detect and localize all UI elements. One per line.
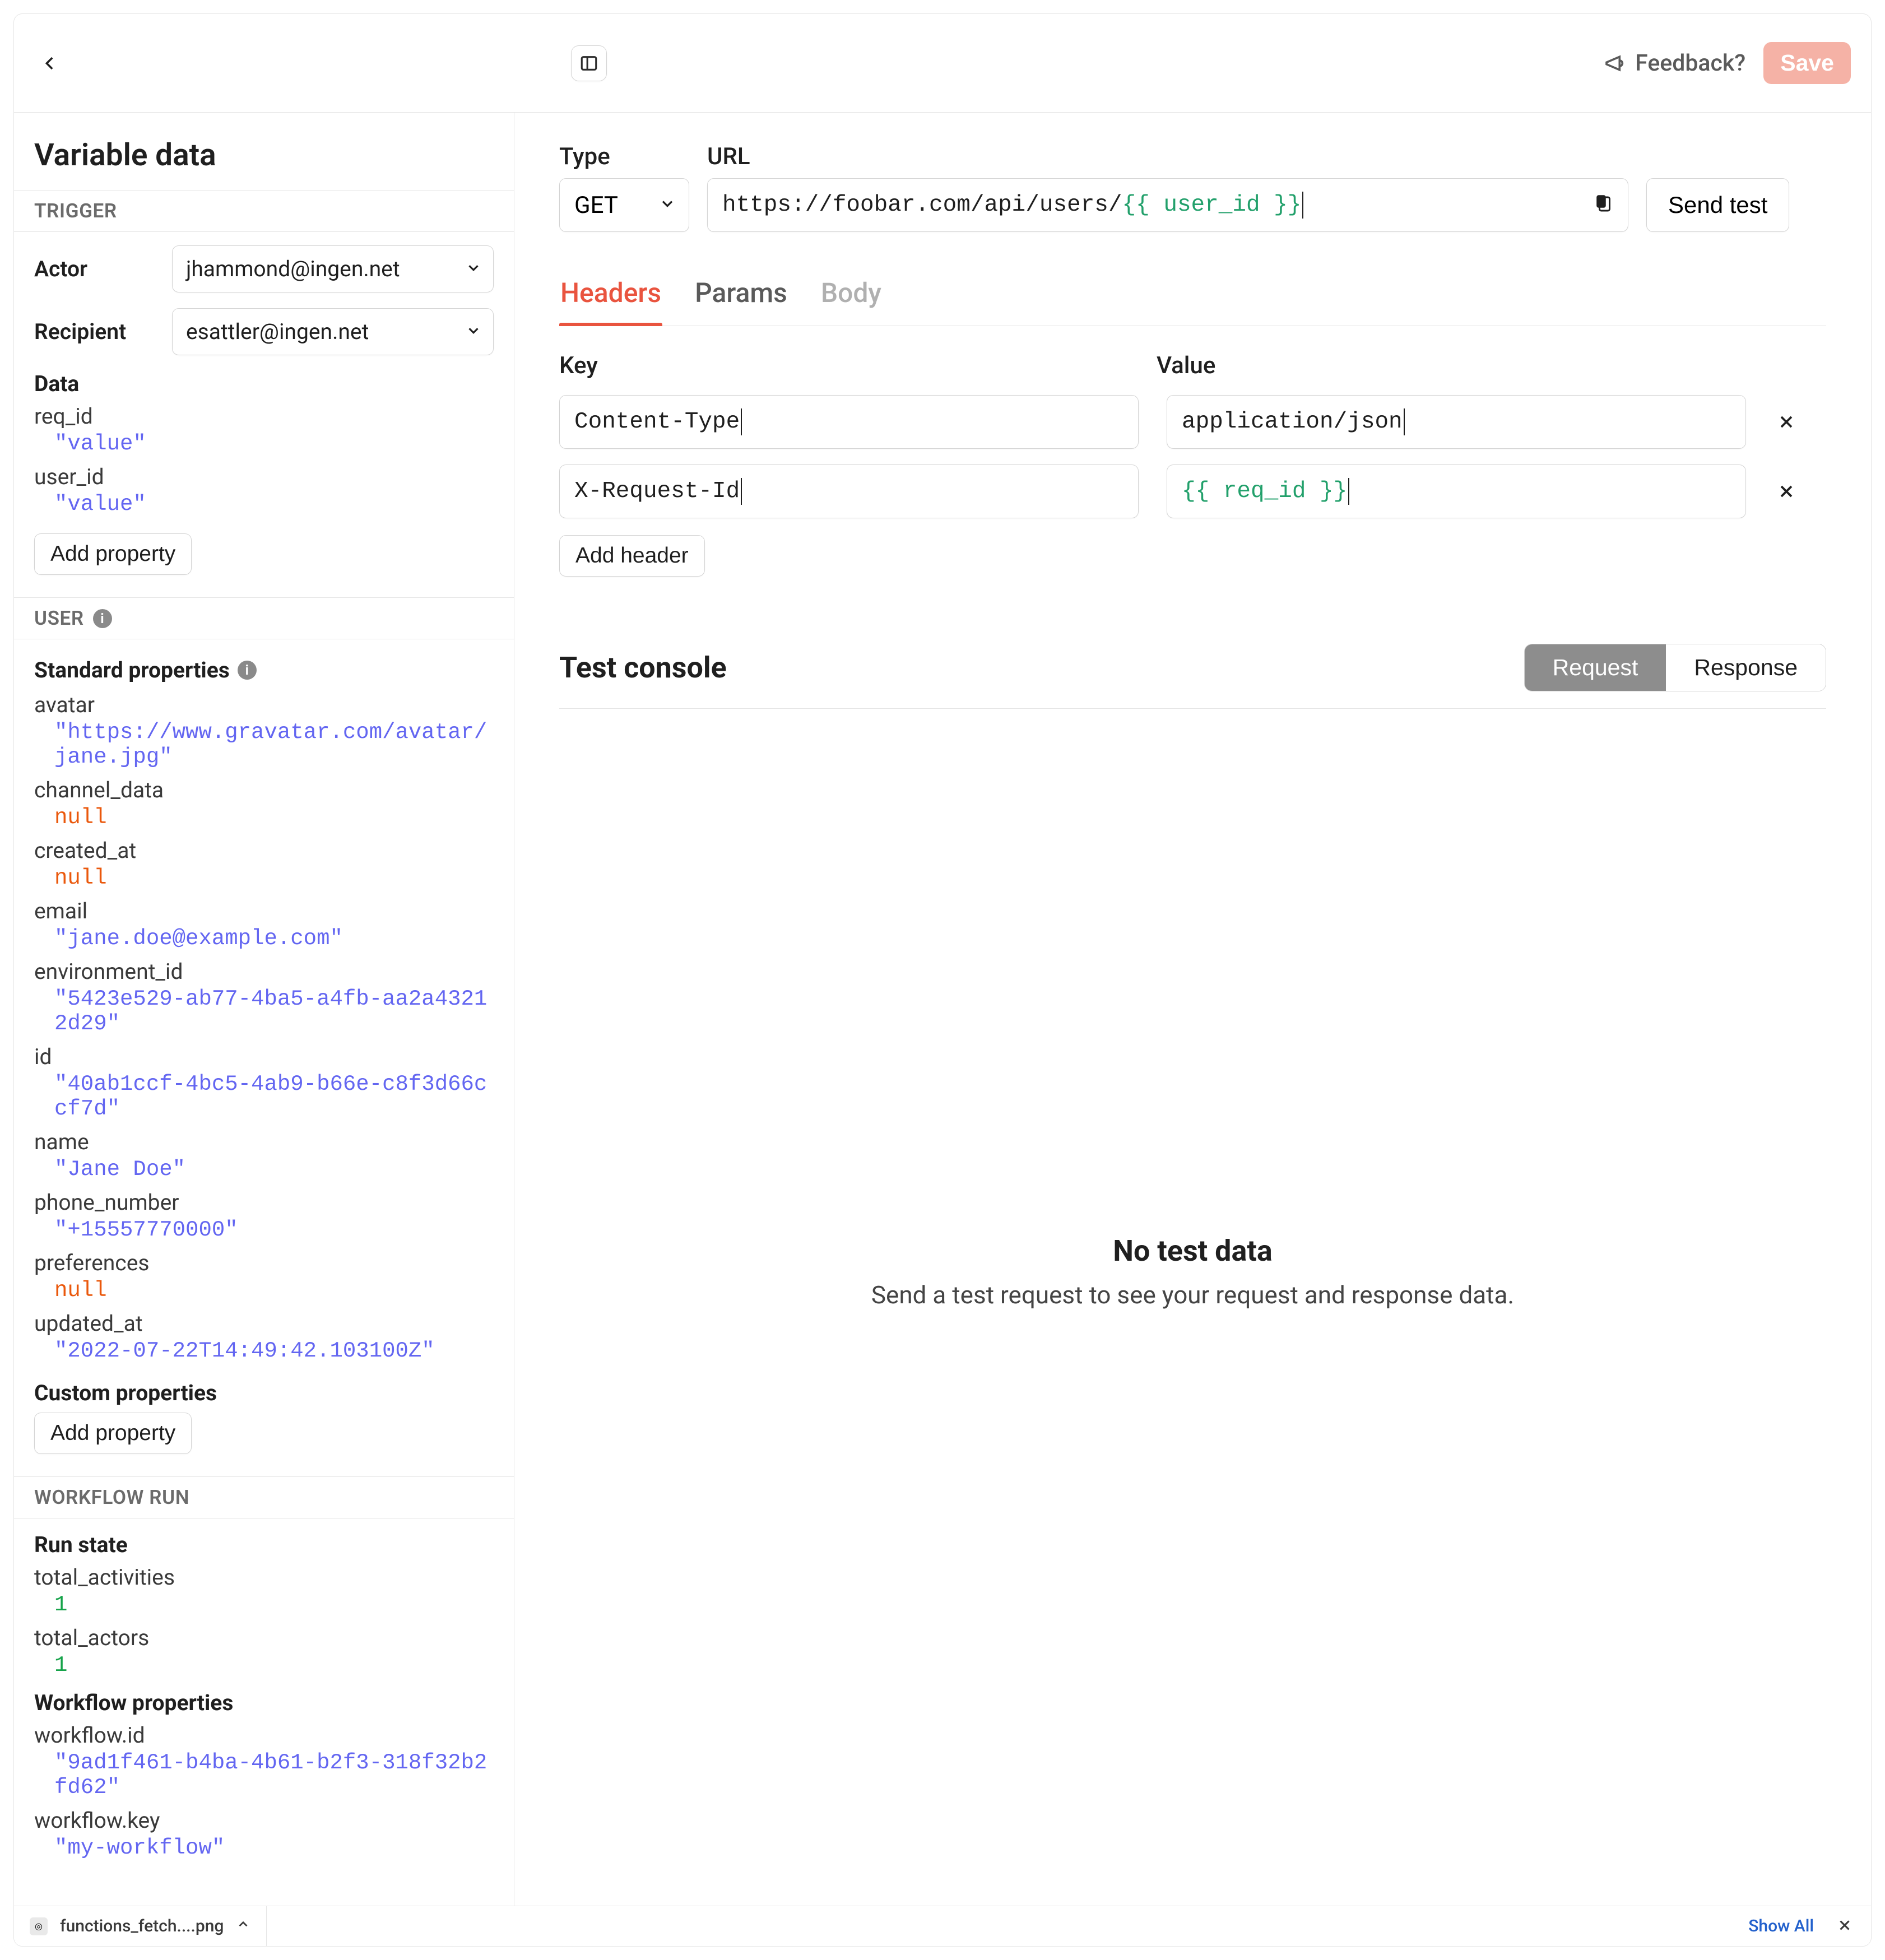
console-empty-title: No test data [1113,1234,1272,1268]
show-all-link[interactable]: Show All [1748,1916,1814,1936]
property-key: environment_id [34,959,494,984]
property-value: null [54,866,494,890]
tab-params[interactable]: Params [694,277,788,326]
workflow-properties-label: Workflow properties [34,1690,494,1716]
property-key: total_actors [34,1625,494,1651]
tab-headers[interactable]: Headers [559,277,662,326]
header-key-input[interactable]: Content-Type [559,395,1139,449]
info-icon[interactable]: i [93,609,112,628]
header-value-input[interactable]: application/json [1167,395,1746,449]
property-value: null [54,1278,494,1303]
property-key: channel_data [34,777,494,803]
standard-properties-label: Standard properties [34,657,230,683]
console-empty-body: Send a test request to see your request … [871,1280,1514,1309]
actor-label: Actor [34,256,163,282]
toggle-side-panel-button[interactable] [571,45,607,81]
request-type-select[interactable]: GET [559,178,689,232]
trigger-data-label: Data [34,371,494,397]
property-key: total_activities [34,1564,494,1590]
send-test-button[interactable]: Send test [1646,178,1789,232]
property-value: "my-workflow" [54,1836,494,1860]
remove-header-button[interactable] [1774,410,1799,434]
property-key: email [34,898,494,924]
chevron-up-icon [236,1916,250,1936]
actor-select[interactable]: jhammond@ingen.net [172,245,494,292]
property-value: 1 [54,1653,494,1678]
property-key: user_id [34,464,494,490]
console-response-tab[interactable]: Response [1666,644,1826,691]
recipient-label: Recipient [34,319,163,345]
section-header-user: USER i [14,597,514,639]
sidebar-title: Variable data [14,113,514,190]
property-value: 1 [54,1592,494,1617]
property-value: "5423e529-ab77-4ba5-a4fb-aa2a43212d29" [54,987,494,1036]
recipient-select[interactable]: esattler@ingen.net [172,308,494,355]
property-key: phone_number [34,1190,494,1215]
header-key-input[interactable]: X-Request-Id [559,465,1139,518]
clipboard-icon[interactable] [1594,194,1614,216]
close-bar-button[interactable] [1836,1917,1853,1936]
chevron-down-icon [465,256,482,282]
property-key: name [34,1129,494,1155]
property-value: "jane.doe@example.com" [54,926,494,951]
property-key: workflow.key [34,1808,494,1833]
property-value: "Jane Doe" [54,1157,494,1182]
property-value: null [54,805,494,830]
megaphone-icon [1604,52,1626,75]
custom-properties-label: Custom properties [34,1380,494,1406]
run-state-label: Run state [34,1532,494,1558]
url-input[interactable]: https://foobar.com/api/users/{{ user_id … [707,178,1628,232]
type-label: Type [559,143,689,170]
property-key: workflow.id [34,1722,494,1748]
chevron-down-icon [465,319,482,345]
property-key: id [34,1044,494,1070]
property-value: "value" [54,431,494,456]
property-value: "+15557770000" [54,1218,494,1242]
property-value: "2022-07-22T14:49:42.103100Z" [54,1339,494,1363]
add-header-button[interactable]: Add header [559,535,705,577]
property-key: req_id [34,403,494,429]
url-label: URL [707,143,1628,170]
tab-body: Body [820,277,883,326]
remove-header-button[interactable] [1774,479,1799,504]
feedback-link[interactable]: Feedback? [1604,50,1745,77]
file-icon: ◎ [30,1917,48,1935]
chevron-down-icon [658,192,676,219]
property-key: created_at [34,838,494,863]
property-key: preferences [34,1250,494,1276]
headers-key-label: Key [559,352,1139,379]
test-console-title: Test console [559,651,727,685]
property-key: avatar [34,692,494,718]
property-value: "40ab1ccf-4bc5-4ab9-b66e-c8f3d66ccf7d" [54,1072,494,1121]
feedback-label: Feedback? [1635,50,1745,77]
info-icon[interactable]: i [238,661,257,680]
add-property-button[interactable]: Add property [34,1413,192,1454]
section-header-workflow-run: WORKFLOW RUN [14,1476,514,1518]
console-toggle-group: Request Response [1524,644,1826,691]
property-value: "https://www.gravatar.com/avatar/jane.jp… [54,720,494,769]
header-value-input[interactable]: {{ req_id }} [1167,465,1746,518]
headers-value-label: Value [1157,352,1736,379]
header-row: Content-Type application/json [559,395,1826,449]
download-file-chip[interactable]: ◎ functions_fetch....png [14,1906,267,1946]
add-property-button[interactable]: Add property [34,533,192,575]
console-request-tab[interactable]: Request [1525,644,1666,691]
header-row: X-Request-Id {{ req_id }} [559,465,1826,518]
save-button[interactable]: Save [1763,42,1851,84]
section-header-trigger: TRIGGER [14,190,514,232]
property-key: updated_at [34,1311,494,1336]
property-value: "9ad1f461-b4ba-4b61-b2f3-318f32b2fd62" [54,1750,494,1800]
download-file-name: functions_fetch....png [60,1916,224,1936]
back-button[interactable] [34,48,66,79]
property-value: "value" [54,492,494,517]
